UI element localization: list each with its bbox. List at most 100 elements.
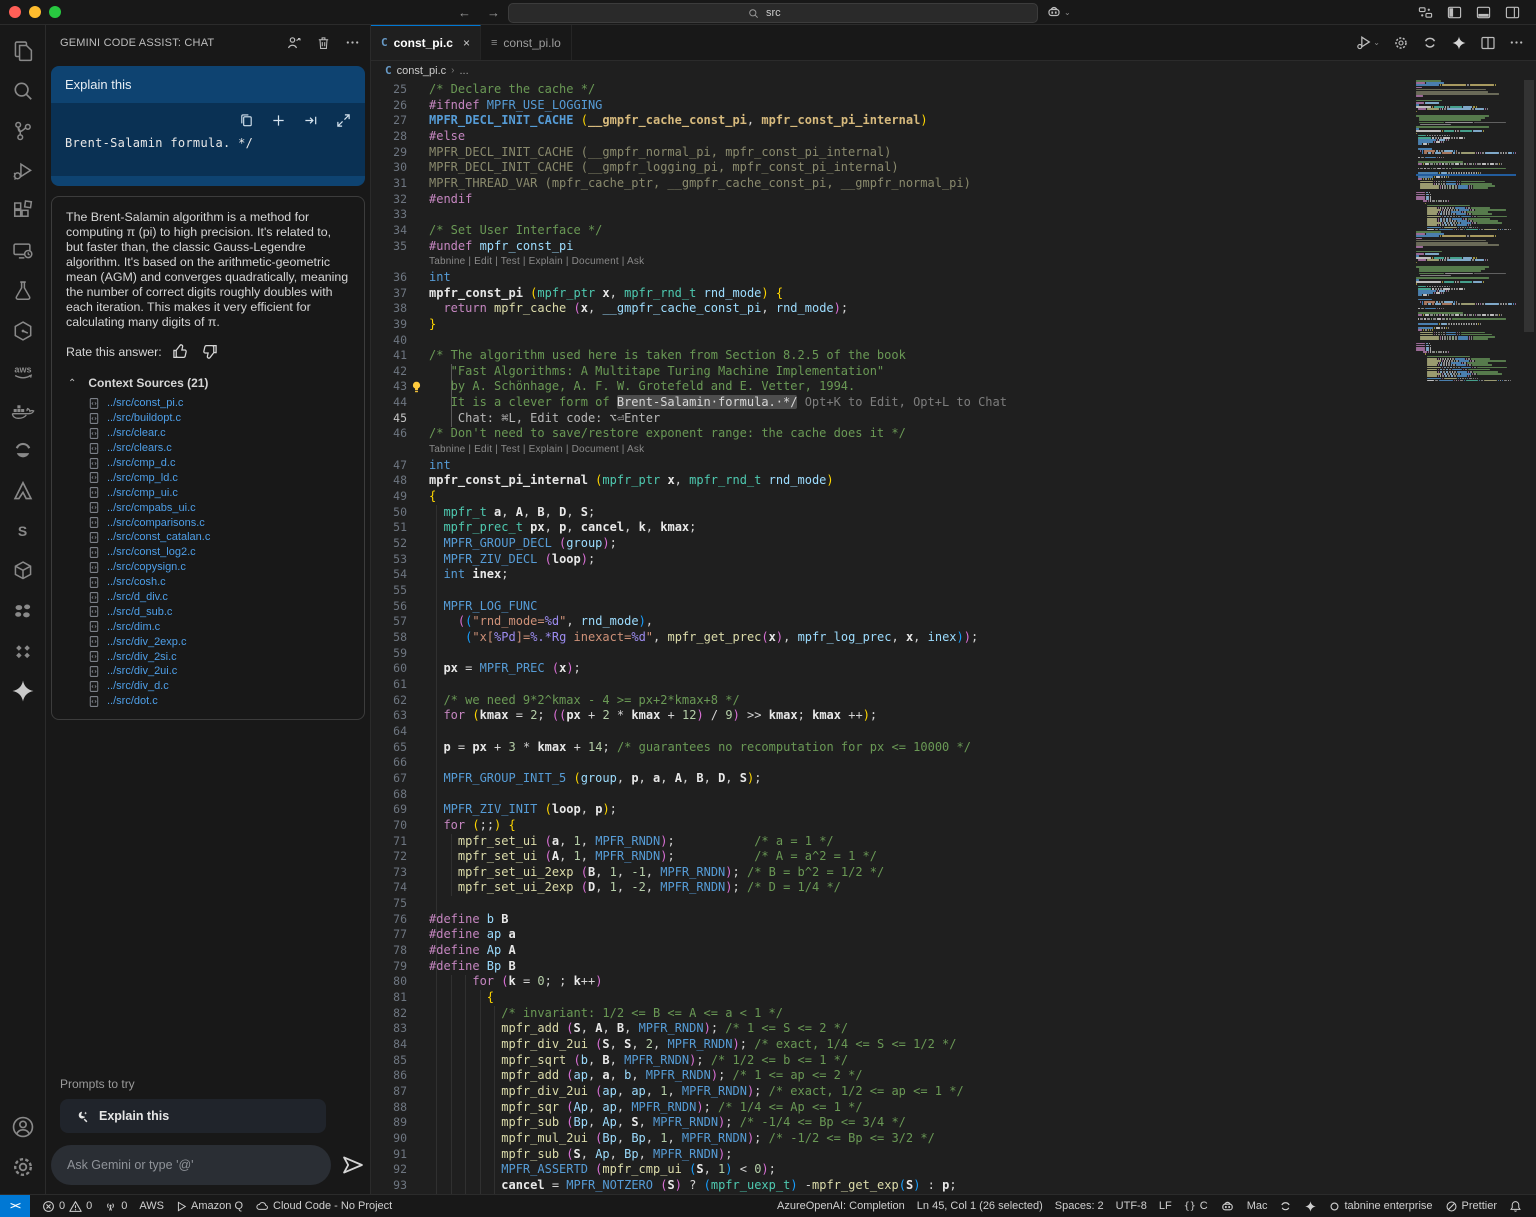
minimize-window-button[interactable] (29, 6, 41, 18)
code-line[interactable]: 25/* Declare the cache */ (371, 82, 1007, 98)
code-line[interactable]: 30MPFR_DECL_INIT_CACHE (__gmpfr_logging_… (371, 160, 1007, 176)
code-line[interactable]: 90 mpfr_mul_2ui (Bp, Bp, 1, MPFR_RNDN); … (371, 1131, 1007, 1147)
ellipsis-icon[interactable] (345, 35, 360, 50)
context-file-link[interactable]: ../src/cmp_ld.c (107, 472, 178, 484)
expand-icon[interactable] (336, 113, 351, 128)
feedback-icon[interactable] (286, 35, 302, 51)
cursor-position[interactable]: Ln 45, Col 1 (26 selected) (911, 1200, 1049, 1212)
context-file-row[interactable]: ../src/buildopt.c (88, 411, 350, 426)
code-line[interactable]: 52 MPFR_GROUP_DECL (group); (371, 536, 1007, 552)
context-file-link[interactable]: ../src/dot.c (107, 695, 158, 707)
code-line[interactable]: 88 mpfr_sqr (Ap, ap, MPFR_RNDN); /* 1/4 … (371, 1100, 1007, 1116)
code-line[interactable]: 45 Chat: ⌘L, Edit code: ⌥⏎Enter (371, 411, 1007, 427)
code-line[interactable]: 74 mpfr_set_ui_2exp (D, 1, -2, MPFR_RNDN… (371, 880, 1007, 896)
code-line[interactable]: 31MPFR_THREAD_VAR (mpfr_cache_ptr, __gmp… (371, 176, 1007, 192)
code-line[interactable]: 91 mpfr_sub (S, Ap, Bp, MPFR_RNDN); (371, 1147, 1007, 1163)
code-line[interactable]: 29MPFR_DECL_INIT_CACHE (__gmpfr_normal_p… (371, 145, 1007, 161)
code-line[interactable]: 42 "Fast Algorithms: A Multitape Turing … (371, 364, 1007, 380)
code-line[interactable]: 37mpfr_const_pi (mpfr_ptr x, mpfr_rnd_t … (371, 286, 1007, 302)
code-line[interactable]: 44 It is a clever form of Brent-Salamin·… (371, 395, 1007, 411)
context-file-row[interactable]: ../src/cmp_d.c (88, 456, 350, 471)
context-file-link[interactable]: ../src/div_2ui.c (107, 665, 177, 677)
code-line[interactable]: 43 by A. Schönhage, A. F. W. Grotefeld a… (371, 379, 1007, 395)
smiley-icon[interactable] (1422, 35, 1438, 51)
zoom-window-button[interactable] (49, 6, 61, 18)
ellipsis-icon[interactable] (1509, 35, 1524, 50)
context-file-link[interactable]: ../src/d_div.c (107, 591, 168, 603)
run-debug-button[interactable]: ⌄ (1356, 34, 1380, 51)
tab-const-pi-lo[interactable]: ≡ const_pi.lo (481, 25, 572, 60)
sparkle-icon[interactable] (1451, 35, 1467, 51)
code-line[interactable]: 75 (371, 896, 1007, 912)
sidebar-item-gemini-code-assist[interactable] (0, 671, 46, 711)
codelens-row[interactable]: Tabnine | Edit | Test | Explain | Docume… (371, 254, 1007, 270)
context-file-link[interactable]: ../src/div_d.c (107, 680, 169, 692)
code-line[interactable]: 27MPFR_DECL_INIT_CACHE (__gmpfr_cache_co… (371, 113, 1007, 129)
eol-setting[interactable]: LF (1153, 1200, 1178, 1212)
code-line[interactable]: 53 MPFR_ZIV_DECL (loop); (371, 552, 1007, 568)
code-line[interactable]: 86 mpfr_add (ap, a, b, MPFR_RNDN); /* 1 … (371, 1068, 1007, 1084)
context-file-link[interactable]: ../src/clears.c (107, 442, 172, 454)
code-line[interactable]: 65 p = px + 3 * kmax + 14; /* guarantees… (371, 740, 1007, 756)
insert-icon[interactable] (303, 113, 319, 128)
code-line[interactable]: 58 ("x[%Pd]=%.*Rg inexact=%d", mpfr_get_… (371, 630, 1007, 646)
context-file-link[interactable]: ../src/cmpabs_ui.c (107, 502, 196, 514)
code-line[interactable]: 77#define ap a (371, 927, 1007, 943)
code-line[interactable]: 92 MPFR_ASSERTD (mpfr_cmp_ui (S, 1) < 0)… (371, 1162, 1007, 1178)
breadcrumb[interactable]: C const_pi.c › ... (371, 61, 1536, 80)
context-file-row[interactable]: ../src/div_2exp.c (88, 634, 350, 649)
sidebar-item-cluster-extension[interactable] (0, 591, 46, 631)
context-sources-toggle[interactable]: ⌃ Context Sources (21) (68, 376, 350, 390)
context-file-link[interactable]: ../src/cmp_d.c (107, 457, 175, 469)
prompt-chip-explain-this[interactable]: Explain this (60, 1099, 326, 1133)
copy-icon[interactable] (239, 113, 254, 128)
code-line[interactable]: 76#define b B (371, 912, 1007, 928)
code-line[interactable]: 34/* Set User Interface */ (371, 223, 1007, 239)
ports-indicator[interactable]: 0 (98, 1200, 133, 1213)
sidebar-item-search[interactable] (0, 71, 46, 111)
azure-openai-status-item[interactable]: AzureOpenAI: Completion (771, 1200, 911, 1212)
context-file-row[interactable]: ../src/const_pi.c (88, 396, 350, 411)
code-line[interactable]: 35#undef mpfr_const_pi (371, 239, 1007, 255)
copilot-icon[interactable] (1046, 4, 1062, 20)
code-line[interactable]: 39} (371, 317, 1007, 333)
tabnine-status[interactable]: tabnine enterprise (1323, 1200, 1438, 1212)
command-center-search[interactable] (508, 3, 1038, 23)
code-line[interactable]: 72 mpfr_set_ui (A, 1, MPFR_RNDN); /* A =… (371, 849, 1007, 865)
code-line[interactable]: 93 cancel = MPFR_NOTZERO (S) ? (mpfr_uex… (371, 1178, 1007, 1194)
code-line[interactable]: 54 int inex; (371, 567, 1007, 583)
code-editor[interactable]: 25/* Declare the cache */26#ifndef MPFR_… (371, 80, 1536, 1195)
split-editor-icon[interactable] (1480, 35, 1496, 51)
breadcrumb-more[interactable]: ... (460, 65, 469, 77)
customize-layout-icon[interactable] (1418, 5, 1433, 20)
code-line[interactable]: 83 mpfr_add (S, A, B, MPFR_RNDN); /* 1 <… (371, 1021, 1007, 1037)
aws-status-item[interactable]: AWS (133, 1200, 170, 1212)
context-file-row[interactable]: ../src/div_d.c (88, 679, 350, 694)
code-line[interactable]: 56 MPFR_LOG_FUNC (371, 599, 1007, 615)
account-button[interactable] (0, 1107, 46, 1147)
code-line[interactable]: 68 (371, 787, 1007, 803)
gemini-chat-input[interactable] (51, 1145, 331, 1185)
context-file-link[interactable]: ../src/buildopt.c (107, 412, 181, 424)
code-line[interactable]: 59 (371, 646, 1007, 662)
code-line[interactable]: 78#define Ap A (371, 943, 1007, 959)
plus-icon[interactable] (271, 113, 286, 128)
code-line[interactable]: 38 return mpfr_cache (x, __gmpfr_cache_c… (371, 301, 1007, 317)
sidebar-item-hexagon-extension[interactable] (0, 311, 46, 351)
context-file-link[interactable]: ../src/clear.c (107, 427, 166, 439)
sidebar-item-package-extension[interactable] (0, 551, 46, 591)
context-file-link[interactable]: ../src/comparisons.c (107, 517, 205, 529)
context-file-link[interactable]: ../src/dim.c (107, 621, 160, 633)
code-line[interactable]: 50 mpfr_t a, A, B, D, S; (371, 505, 1007, 521)
code-line[interactable]: 69 MPFR_ZIV_INIT (loop, p); (371, 802, 1007, 818)
chat-scroll-area[interactable]: Explain this Brent-Salamin formula. */ T… (46, 60, 370, 1077)
sidebar-item-explorer[interactable] (0, 31, 46, 71)
thumbs-up-icon[interactable] (172, 343, 189, 360)
vertical-scrollbar[interactable] (1522, 80, 1536, 1195)
smiley-status[interactable] (1273, 1200, 1298, 1213)
search-input[interactable] (764, 6, 798, 20)
code-line[interactable]: 73 mpfr_set_ui_2exp (B, 1, -1, MPFR_RNDN… (371, 865, 1007, 881)
sidebar-item-snyk[interactable]: S (0, 511, 46, 551)
context-file-row[interactable]: ../src/dot.c (88, 694, 350, 709)
amazon-q-status-item[interactable]: Amazon Q (170, 1200, 249, 1212)
